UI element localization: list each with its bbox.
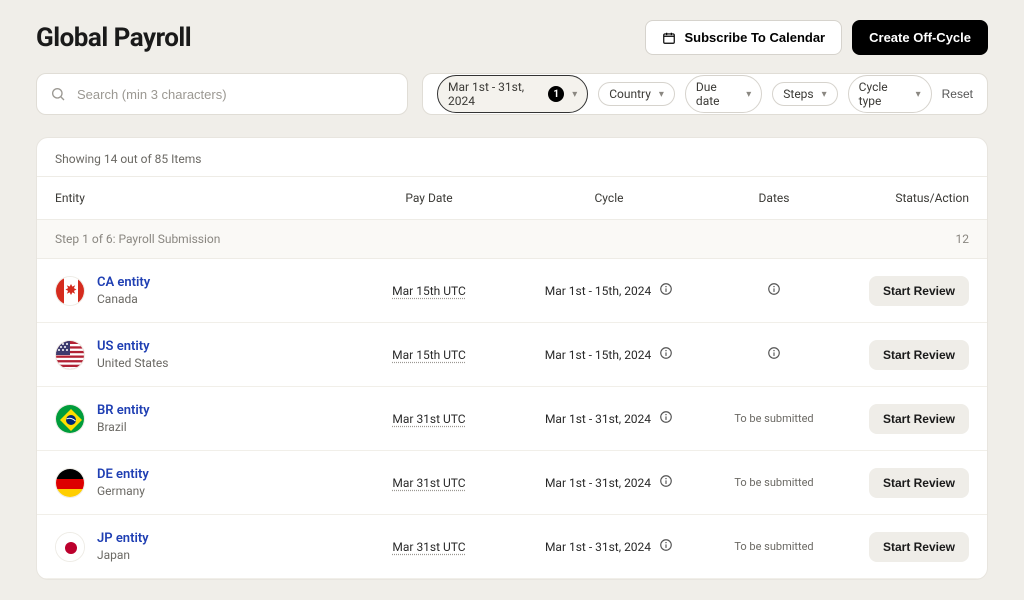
start-review-button[interactable]: Start Review	[869, 404, 969, 434]
group-count: 12	[956, 232, 970, 246]
entity-country: Canada	[97, 292, 150, 306]
table-row: US entity United States Mar 15th UTC Mar…	[37, 323, 987, 387]
chevron-down-icon: ▾	[916, 89, 921, 100]
dates-text: To be submitted	[734, 540, 813, 553]
table-row: BR entity Brazil Mar 31st UTC Mar 1st - …	[37, 387, 987, 451]
pay-date[interactable]: Mar 31st UTC	[349, 412, 509, 426]
chevron-down-icon: ▾	[659, 89, 664, 100]
flag-icon	[55, 404, 85, 434]
info-icon[interactable]	[659, 410, 673, 427]
create-offcycle-label: Create Off-Cycle	[869, 30, 971, 45]
pay-date[interactable]: Mar 15th UTC	[349, 284, 509, 298]
create-offcycle-button[interactable]: Create Off-Cycle	[852, 20, 988, 55]
group-label: Step 1 of 6: Payroll Submission	[55, 232, 220, 246]
flag-icon	[55, 276, 85, 306]
cycle-range: Mar 1st - 31st, 2024	[545, 476, 651, 490]
chevron-down-icon: ▾	[746, 89, 751, 100]
filter-due-date[interactable]: Due date ▾	[685, 75, 762, 113]
start-review-button[interactable]: Start Review	[869, 340, 969, 370]
col-pay-date: Pay Date	[349, 191, 509, 205]
filter-due-date-label: Due date	[696, 80, 738, 108]
info-icon[interactable]	[659, 538, 673, 555]
calendar-icon	[662, 31, 676, 45]
filter-date-range[interactable]: Mar 1st - 31st, 2024 1 ▾	[437, 75, 588, 113]
info-icon[interactable]	[659, 282, 673, 299]
start-review-button[interactable]: Start Review	[869, 468, 969, 498]
filter-steps-label: Steps	[783, 87, 813, 101]
pay-date[interactable]: Mar 15th UTC	[349, 348, 509, 362]
info-icon[interactable]	[767, 346, 781, 360]
table-row: CA entity Canada Mar 15th UTC Mar 1st - …	[37, 259, 987, 323]
dates-text: To be submitted	[734, 476, 813, 489]
col-cycle: Cycle	[509, 191, 709, 205]
entity-name-link[interactable]: DE entity	[97, 467, 149, 482]
payroll-table: Showing 14 out of 85 Items Entity Pay Da…	[36, 137, 988, 580]
table-row: DE entity Germany Mar 31st UTC Mar 1st -…	[37, 451, 987, 515]
table-row: JP entity Japan Mar 31st UTC Mar 1st - 3…	[37, 515, 987, 579]
filter-country[interactable]: Country ▾	[598, 82, 675, 106]
flag-icon	[55, 532, 85, 562]
entity-country: United States	[97, 356, 168, 370]
filter-steps[interactable]: Steps ▾	[772, 82, 837, 106]
entity-country: Japan	[97, 548, 149, 562]
info-icon[interactable]	[767, 282, 781, 296]
dates-text: To be submitted	[734, 412, 813, 425]
entity-country: Brazil	[97, 420, 150, 434]
chevron-down-icon: ▾	[572, 89, 577, 100]
filter-cycle-type[interactable]: Cycle type ▾	[848, 75, 932, 113]
entity-name-link[interactable]: JP entity	[97, 531, 149, 546]
cycle-range: Mar 1st - 15th, 2024	[545, 284, 652, 298]
entity-name-link[interactable]: BR entity	[97, 403, 150, 418]
search-icon	[50, 86, 66, 102]
result-summary: Showing 14 out of 85 Items	[37, 138, 987, 176]
chevron-down-icon: ▾	[822, 89, 827, 100]
filter-bar: Mar 1st - 31st, 2024 1 ▾ Country ▾ Due d…	[422, 73, 988, 115]
subscribe-calendar-button[interactable]: Subscribe To Calendar	[645, 20, 842, 55]
col-dates: Dates	[709, 191, 839, 205]
search-input[interactable]	[36, 73, 408, 115]
table-header: Entity Pay Date Cycle Dates Status/Actio…	[37, 176, 987, 220]
filter-date-range-label: Mar 1st - 31st, 2024	[448, 80, 542, 108]
filter-cycle-type-label: Cycle type	[859, 80, 908, 108]
pay-date[interactable]: Mar 31st UTC	[349, 476, 509, 490]
subscribe-calendar-label: Subscribe To Calendar	[684, 30, 825, 45]
entity-name-link[interactable]: CA entity	[97, 275, 150, 290]
cycle-range: Mar 1st - 15th, 2024	[545, 348, 652, 362]
info-icon[interactable]	[659, 474, 673, 491]
filter-country-label: Country	[609, 87, 651, 101]
info-icon[interactable]	[659, 346, 673, 363]
table-group-header: Step 1 of 6: Payroll Submission 12	[37, 220, 987, 259]
page-title: Global Payroll	[36, 23, 191, 53]
entity-country: Germany	[97, 484, 149, 498]
cycle-range: Mar 1st - 31st, 2024	[545, 540, 651, 554]
col-status-action: Status/Action	[839, 191, 969, 205]
col-entity: Entity	[55, 191, 349, 205]
flag-icon	[55, 468, 85, 498]
reset-filters-button[interactable]: Reset	[942, 87, 973, 101]
start-review-button[interactable]: Start Review	[869, 276, 969, 306]
start-review-button[interactable]: Start Review	[869, 532, 969, 562]
cycle-range: Mar 1st - 31st, 2024	[545, 412, 651, 426]
pay-date[interactable]: Mar 31st UTC	[349, 540, 509, 554]
entity-name-link[interactable]: US entity	[97, 339, 168, 354]
flag-icon	[55, 340, 85, 370]
filter-date-count-badge: 1	[548, 86, 564, 102]
